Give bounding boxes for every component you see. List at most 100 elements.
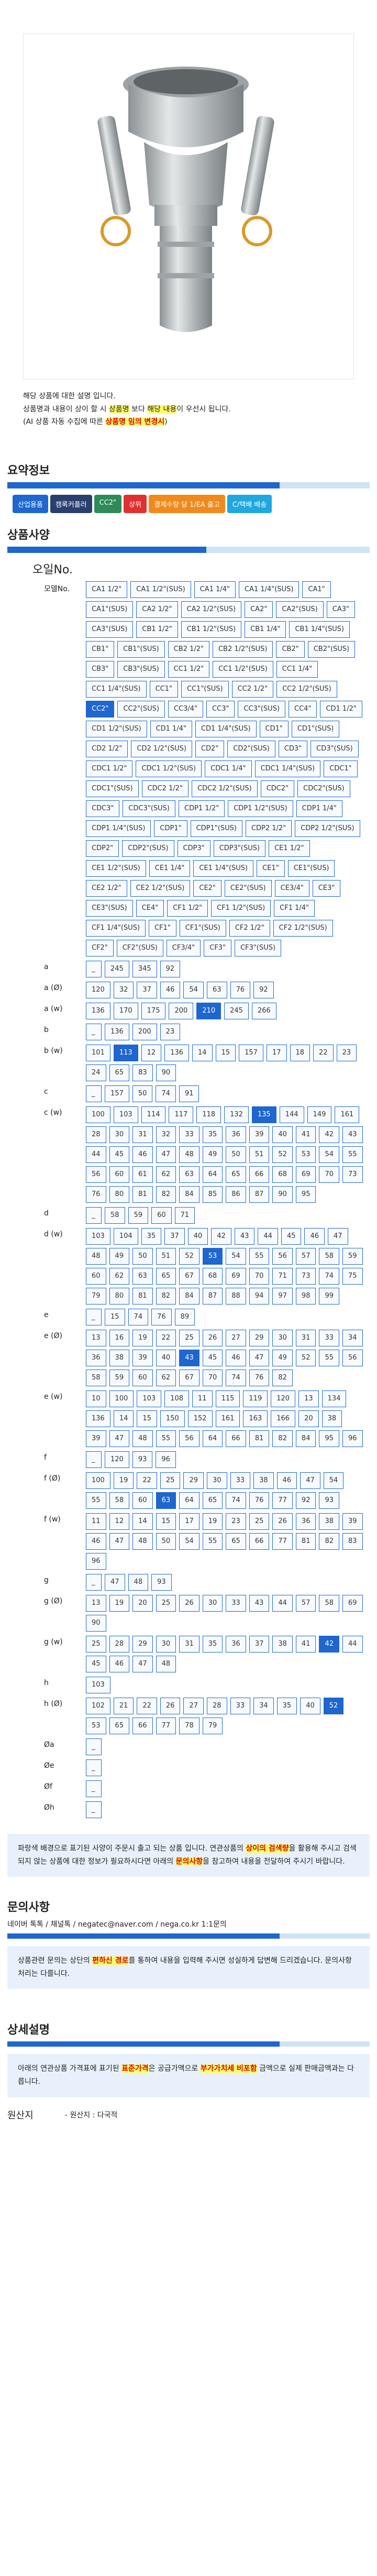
option-chip[interactable]: _ [86,1780,102,1797]
option-chip[interactable]: 157 [239,1044,263,1061]
option-chip[interactable]: 266 [251,1002,276,1019]
option-chip[interactable]: CDP1 1/4" [296,800,342,817]
option-chip[interactable]: 23 [226,1513,246,1530]
option-chip[interactable]: 91 [179,1085,199,1102]
option-chip[interactable]: 47 [328,1227,348,1245]
option-chip[interactable]: 51 [156,1247,176,1265]
option-chip[interactable]: 18 [290,1044,311,1061]
option-chip[interactable]: CDP1"(SUS) [190,820,242,837]
option-chip[interactable]: 114 [141,1106,166,1123]
option-chip[interactable]: _ [86,1759,102,1776]
option-chip[interactable]: 29 [249,1329,270,1346]
option-chip[interactable]: 17 [266,1044,287,1061]
option-chip[interactable]: 97 [272,1287,293,1305]
option-chip[interactable]: 44 [86,1146,106,1163]
option-chip[interactable]: 35 [141,1227,162,1245]
option-chip[interactable]: CDP2 1/2"(SUS) [295,820,360,837]
option-chip[interactable]: 102 [86,1697,110,1714]
option-chip[interactable]: 66 [226,1430,246,1447]
option-chip[interactable]: 59 [109,1369,130,1386]
option-chip[interactable]: 120 [86,981,110,998]
option-chip[interactable]: 63 [132,1267,153,1285]
option-chip[interactable]: 100 [86,1472,110,1489]
option-chip[interactable]: 79 [86,1287,106,1305]
option-chip[interactable]: 35 [202,1126,223,1143]
option-chip[interactable]: CF1"(SUS) [179,919,226,937]
option-chip[interactable]: 32 [113,981,134,998]
option-chip[interactable]: 14 [132,1513,153,1530]
option-chip[interactable]: CDC1 1/2" [86,760,133,777]
option-chip[interactable]: 149 [307,1106,332,1123]
option-chip[interactable]: 16 [109,1329,130,1346]
option-chip[interactable]: 48 [86,1247,106,1265]
option-chip[interactable]: 26 [202,1329,223,1346]
option-chip[interactable]: CDP1 1/2" [179,800,225,817]
option-chip[interactable]: CE1"(SUS) [287,860,335,877]
option-chip[interactable]: 71 [272,1267,293,1285]
option-chip[interactable]: CA3"(SUS) [86,621,134,638]
option-chip[interactable]: CD3"(SUS) [311,740,359,757]
option-chip[interactable]: 85 [202,1186,223,1203]
option-chip[interactable]: CA1 1/2" [86,581,128,598]
option-chip[interactable]: 74 [156,1085,176,1102]
option-chip[interactable]: 46 [276,1472,297,1489]
option-chip[interactable]: 74 [319,1267,340,1285]
option-chip[interactable]: 39 [86,1430,106,1447]
option-chip[interactable]: 47 [132,1655,153,1672]
option-chip[interactable]: CDC2 1/2" [141,780,189,797]
option-chip[interactable]: 76 [249,1492,270,1509]
option-chip[interactable]: 80 [109,1186,130,1203]
option-chip[interactable]: 22 [137,1697,157,1714]
option-chip[interactable]: 30 [207,1472,227,1489]
option-chip[interactable]: 12 [109,1513,130,1530]
option-chip[interactable]: 118 [196,1106,221,1123]
option-chip[interactable]: 20 [298,1410,319,1427]
option-chip[interactable]: 60 [132,1369,153,1386]
option-chip[interactable]: CF2 1/2" [229,919,270,937]
option-chip[interactable]: 53 [295,1146,316,1163]
option-chip[interactable]: 63 [207,981,227,998]
option-chip[interactable]: 62 [156,1369,176,1386]
option-chip[interactable]: CE1" [257,860,285,877]
option-chip[interactable]: 161 [215,1410,240,1427]
option-chip[interactable]: 200 [169,1002,194,1019]
option-chip[interactable]: 65 [226,1532,246,1550]
option-chip[interactable]: 50 [226,1146,246,1163]
option-chip[interactable]: 52 [323,1697,344,1714]
option-chip[interactable]: 46 [86,1532,106,1550]
option-chip[interactable]: 42 [319,1635,340,1653]
option-chip[interactable]: 13 [86,1329,106,1346]
option-chip[interactable]: 55 [249,1247,270,1265]
option-chip[interactable]: CC2" [86,700,115,718]
option-chip[interactable]: 79 [202,1717,223,1734]
option-chip[interactable]: 90 [156,1064,176,1081]
option-chip[interactable]: 61 [132,1166,153,1183]
option-chip[interactable]: 39 [132,1349,153,1366]
option-chip[interactable]: CB1 1/4" [245,621,286,638]
option-chip[interactable]: 68 [202,1267,223,1285]
option-chip[interactable]: CB2 1/2"(SUS) [212,640,273,658]
option-chip[interactable]: 40 [300,1697,320,1714]
option-chip[interactable]: 89 [174,1308,195,1325]
option-chip[interactable]: 117 [169,1106,194,1123]
option-chip[interactable]: 100 [109,1390,134,1407]
option-chip[interactable]: CB3"(SUS) [117,660,165,678]
option-chip[interactable]: 54 [226,1247,246,1265]
option-chip[interactable]: 132 [224,1106,249,1123]
option-chip[interactable]: 40 [156,1349,176,1366]
option-chip[interactable]: CA1 1/4" [194,581,236,598]
option-chip[interactable]: 45 [202,1349,223,1366]
option-chip[interactable]: CE3/4" [274,879,309,897]
option-chip[interactable]: CF2 1/2"(SUS) [273,919,333,937]
option-chip[interactable]: CDP2"(SUS) [122,840,174,857]
option-chip[interactable]: 43 [179,1349,199,1366]
option-chip[interactable]: 12 [141,1044,162,1061]
option-chip[interactable]: 74 [226,1369,246,1386]
option-chip[interactable]: 55 [202,1532,223,1550]
option-chip[interactable]: 33 [230,1697,251,1714]
option-chip[interactable]: 66 [132,1717,153,1734]
option-chip[interactable]: 69 [342,1594,363,1612]
option-chip[interactable]: 83 [342,1532,363,1550]
option-chip[interactable]: 58 [319,1247,340,1265]
option-chip[interactable]: 86 [226,1186,246,1203]
